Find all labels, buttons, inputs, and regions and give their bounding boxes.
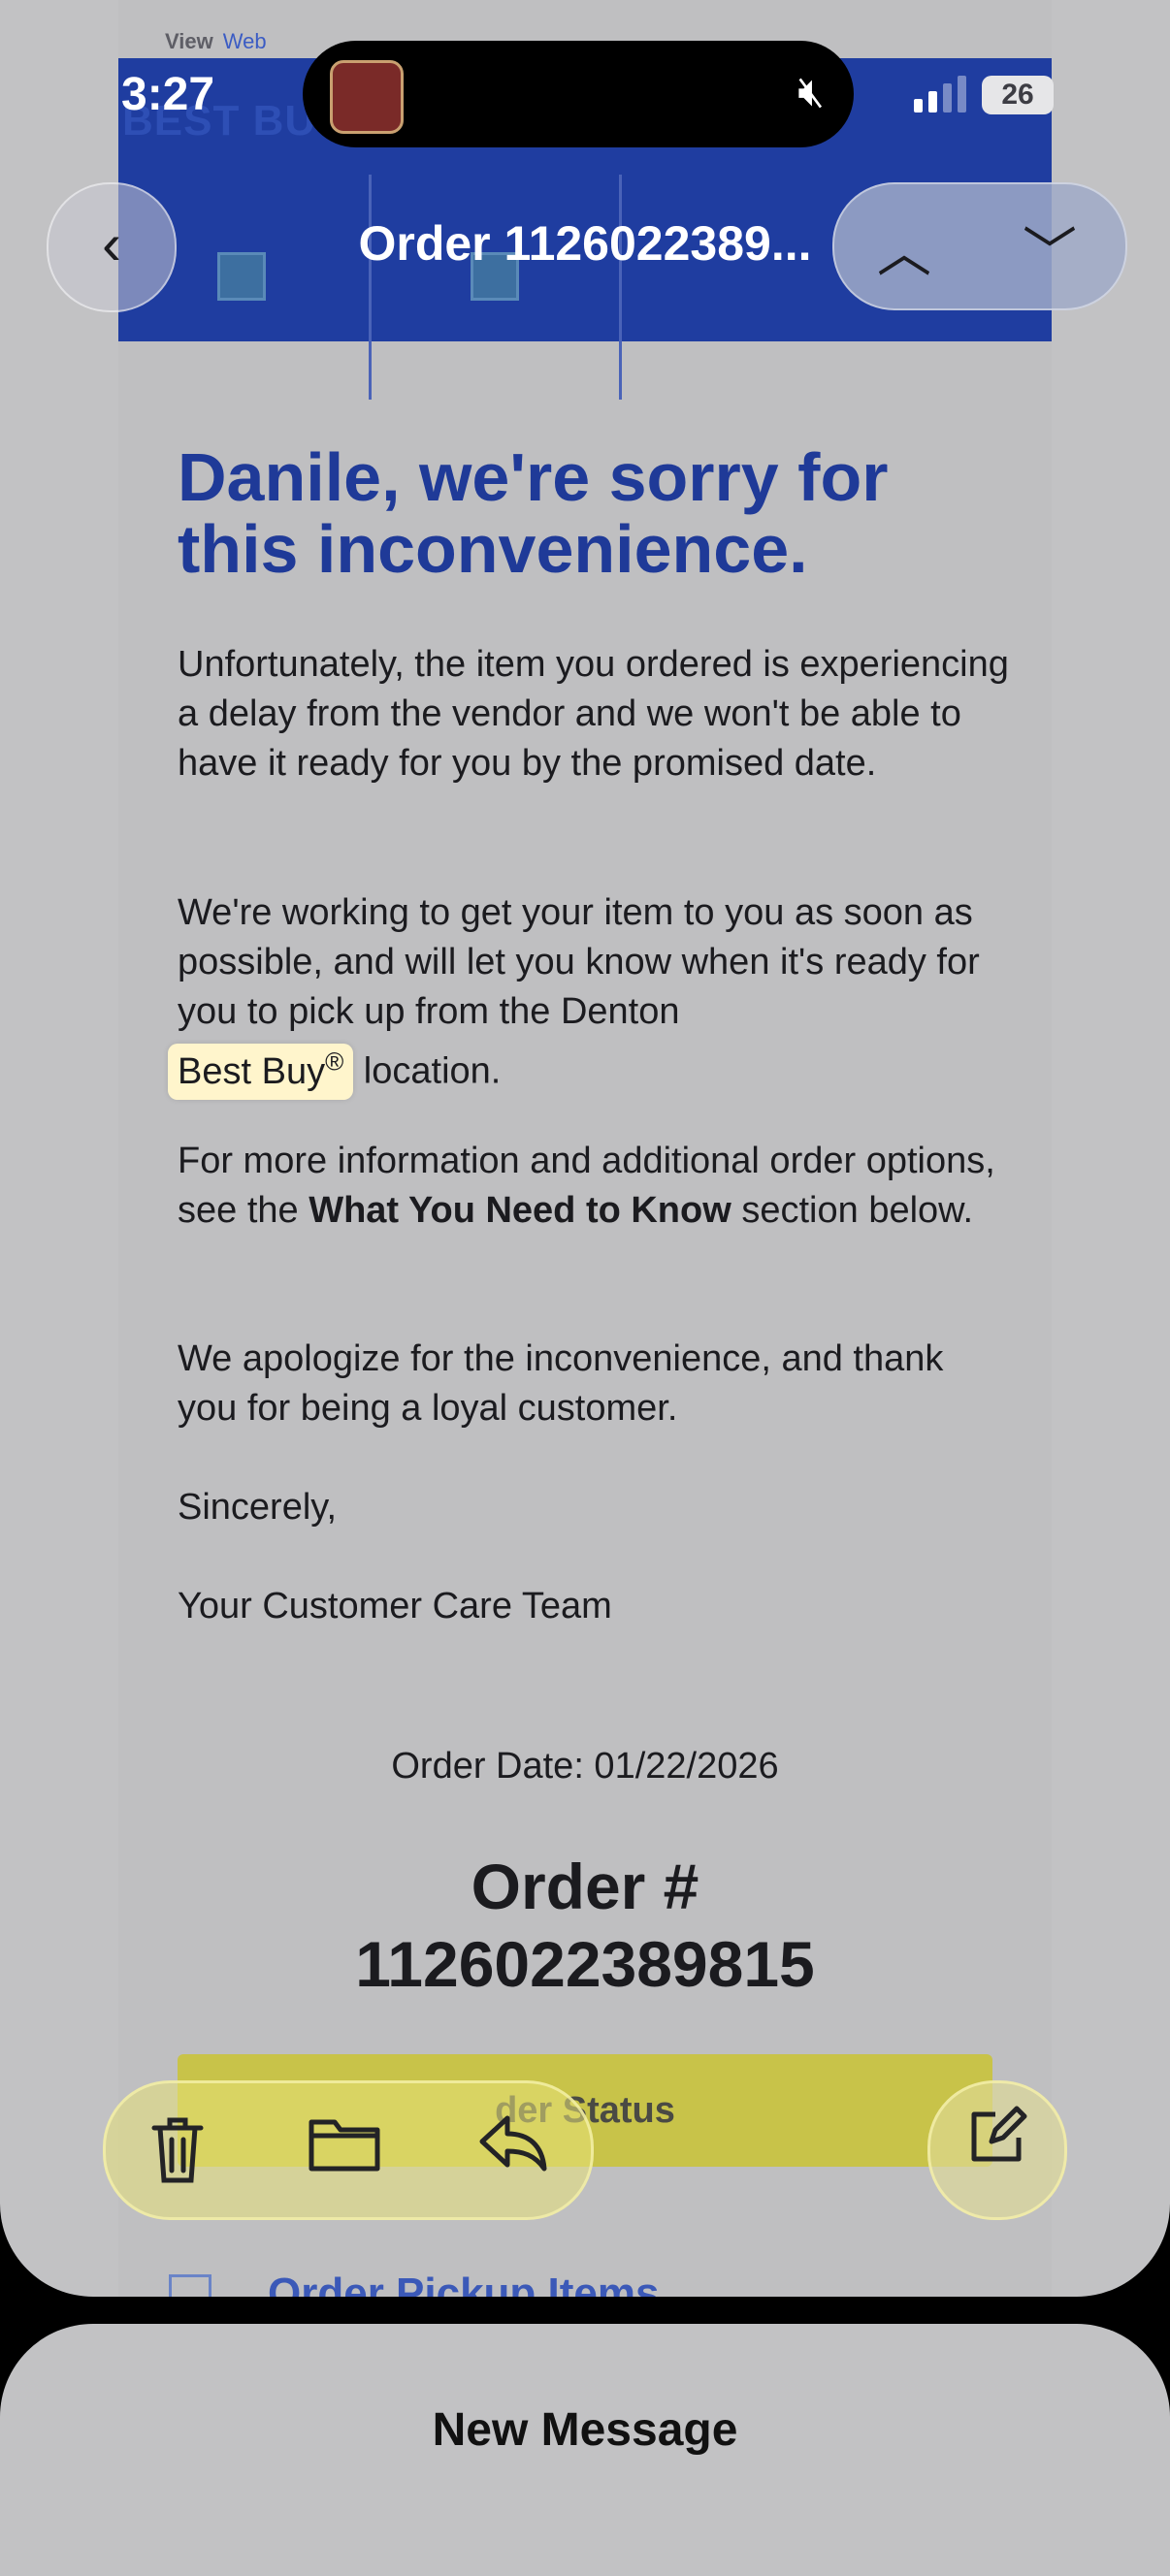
reply-icon[interactable] — [478, 2112, 548, 2189]
trash-icon[interactable] — [146, 2112, 209, 2201]
banner-cell[interactable] — [369, 175, 622, 400]
folder-icon[interactable] — [308, 2112, 381, 2189]
paragraph-more-info: For more information and additional orde… — [178, 1141, 995, 1231]
status-time: 3:27 — [121, 69, 215, 120]
message-toolbar — [103, 2080, 594, 2220]
banner-cell[interactable] — [619, 175, 872, 400]
paragraph-signature: Your Customer Care Team — [178, 1586, 612, 1626]
paragraph-apology: We apologize for the inconvenience, and … — [178, 1338, 944, 1429]
paragraph-sincerely: Sincerely, — [178, 1487, 338, 1528]
paragraph-working: We're working to get your item to you as… — [168, 888, 1012, 1100]
pickup-icon — [169, 2274, 211, 2297]
order-number: 1126022389815 — [355, 1928, 815, 2000]
view-in-web: View Web — [165, 29, 267, 53]
next-message-button[interactable]: ﹀ — [1023, 209, 1077, 288]
mute-bluetooth-icon: 🔇︎ — [797, 68, 825, 115]
new-message-label: New Message — [432, 2404, 738, 2456]
new-message-card[interactable]: New Message — [0, 2324, 1170, 2576]
order-number-block: Order # 1126022389815 — [118, 1848, 1052, 2003]
email-body: View Web BEST BUY Danile, we're sorry for… — [118, 0, 1052, 2297]
email-headline: Danile, we're sorry for this inconvenien… — [178, 439, 889, 587]
order-pickup-items-link[interactable]: Order Pickup Items — [169, 2270, 659, 2297]
nav-title: Order 1126022389... — [358, 216, 812, 271]
mail-sheet: View Web BEST BUY Danile, we're sorry for… — [0, 0, 1170, 2297]
back-button[interactable]: ‹ — [47, 182, 177, 312]
banner-image-icon — [217, 252, 266, 301]
view-web-link[interactable]: Web — [223, 29, 267, 53]
order-date: Order Date: 01/22/2026 — [391, 1746, 779, 1787]
best-buy-link[interactable]: Best Buy® — [168, 1043, 354, 1100]
previous-message-button[interactable]: ︿ — [877, 209, 931, 288]
paragraph-delay: Unfortunately, the item you ordered is e… — [178, 644, 1009, 784]
battery-icon: 26 — [982, 76, 1054, 114]
message-navigation: ︿ ﹀ — [832, 182, 1127, 310]
order-label: Order # — [471, 1851, 699, 1922]
now-playing-artwork-icon — [330, 60, 404, 134]
dynamic-island[interactable]: 🔇︎ — [303, 41, 854, 147]
cellular-signal-icon — [914, 76, 972, 113]
compose-icon[interactable] — [927, 2080, 1067, 2220]
